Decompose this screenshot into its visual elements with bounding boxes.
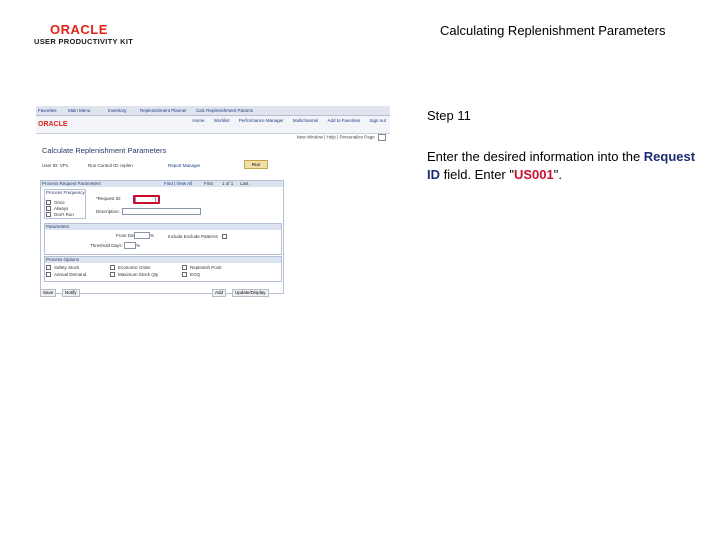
first-link[interactable]: First — [204, 181, 213, 186]
frequency-label: Process Frequency — [46, 190, 85, 195]
instruction-text: Enter the desired information into the R… — [427, 148, 707, 184]
checkbox-icon[interactable] — [110, 265, 115, 271]
add-button[interactable]: Add — [212, 289, 227, 297]
parameters-box — [44, 223, 282, 255]
option-safety-stock[interactable]: Safety Stock — [46, 265, 79, 271]
update-display-button[interactable]: Update/Display — [232, 289, 269, 297]
checkbox-icon[interactable] — [46, 272, 51, 278]
mini-oracle-logo: ORACLE — [38, 121, 68, 128]
nav-link[interactable]: Sign out — [369, 118, 386, 123]
notify-button[interactable]: Notify — [62, 289, 80, 297]
freq-option-always[interactable]: Always — [46, 206, 68, 212]
parameters-header — [45, 224, 281, 230]
from-date-input[interactable] — [134, 232, 150, 239]
application-screenshot: Favorites Main Menu Inventory Replenishm… — [36, 106, 390, 300]
util-links: New Window | Help | Personalize Page — [297, 134, 386, 141]
report-manager-link[interactable]: Report Manager — [168, 163, 201, 168]
option-replenish-point[interactable]: Replenish Point — [182, 265, 222, 271]
options-header — [45, 257, 281, 263]
breadcrumb-item[interactable]: Calc Replenishment Params — [196, 108, 253, 113]
nav-links: Home Worklist Performance Manager Multic… — [184, 118, 386, 123]
nav-link[interactable]: Worklist — [214, 118, 230, 123]
run-button[interactable]: Run — [244, 160, 268, 169]
breadcrumb-item[interactable]: Replenishment Planner — [140, 108, 187, 113]
group-title: Process Request Parameters — [42, 181, 101, 186]
last-link[interactable]: Last — [240, 181, 249, 186]
include-checkbox[interactable] — [222, 234, 227, 239]
percent-symbol: % — [136, 243, 141, 248]
logo-upk-text: USER PRODUCTIVITY KIT — [34, 37, 134, 46]
breadcrumb-item[interactable]: Inventory — [108, 108, 127, 113]
options-box — [44, 256, 282, 282]
step-label: Step 11 — [427, 108, 471, 123]
checkbox-icon[interactable] — [182, 272, 187, 278]
instruction-prefix: Enter the desired information into the — [427, 149, 644, 164]
checkbox-icon[interactable] — [46, 265, 51, 271]
description-input[interactable] — [122, 208, 201, 215]
nav-link[interactable]: Performance Manager — [239, 118, 284, 123]
parameters-title: Parameters — [46, 224, 70, 229]
option-annual-demand[interactable]: Annual Demand — [46, 272, 86, 278]
option-economic-order[interactable]: Economic Order — [110, 265, 151, 271]
breadcrumb: Favorites Main Menu Inventory Replenishm… — [36, 106, 390, 116]
threshold-label: Threshold Days: — [90, 243, 123, 248]
threshold-input[interactable] — [124, 242, 136, 249]
nav-link[interactable]: Home — [192, 118, 204, 123]
freq-option-dont-run[interactable]: Don't Run — [46, 212, 74, 218]
entry-value: US001 — [513, 167, 554, 182]
request-id-highlight — [133, 195, 160, 204]
radio-icon[interactable] — [46, 212, 51, 218]
percent-symbol: % — [150, 233, 155, 238]
instruction-middle: field. Enter " — [440, 167, 514, 182]
util-links-text[interactable]: New Window | Help | Personalize Page — [297, 135, 375, 140]
breadcrumb-item[interactable]: Favorites — [38, 108, 57, 113]
run-control-label: Run Control ID: replen — [88, 163, 133, 168]
freq-option-once[interactable]: Once — [46, 200, 65, 206]
save-button[interactable]: Save — [40, 289, 57, 297]
window-icon[interactable] — [378, 134, 386, 141]
nav-link[interactable]: Add to Favorites — [327, 118, 360, 123]
radio-icon[interactable] — [46, 206, 51, 212]
logo-oracle-text: ORACLE — [50, 22, 108, 37]
checkbox-icon[interactable] — [110, 272, 115, 278]
find-link[interactable]: Find | View All — [164, 181, 192, 186]
nav-link[interactable]: Multichannel — [293, 118, 318, 123]
description-label: Description: — [96, 209, 120, 214]
brand-bar: ORACLE Home Worklist Performance Manager… — [36, 116, 390, 134]
option-maximum-stock[interactable]: Maximum Stock Qty — [110, 272, 158, 278]
checkbox-icon[interactable] — [182, 265, 187, 271]
options-title: Process Options — [46, 257, 80, 262]
screen-title: Calculate Replenishment Parameters — [42, 146, 167, 155]
radio-icon[interactable] — [46, 200, 51, 206]
instruction-suffix: ". — [553, 167, 562, 182]
breadcrumb-item[interactable]: Main Menu — [68, 108, 90, 113]
page-title: Calculating Replenishment Parameters — [440, 23, 666, 38]
option-eoq[interactable]: EOQ — [182, 272, 200, 278]
request-id-label: *Request ID: — [96, 196, 122, 201]
upk-logo: ORACLE USER PRODUCTIVITY KIT — [34, 22, 133, 48]
user-id-label: User ID: VP1 — [42, 163, 69, 168]
paging-text: 1 of 1 — [222, 181, 234, 186]
include-label: Include Exclude Patterns — [168, 234, 218, 239]
